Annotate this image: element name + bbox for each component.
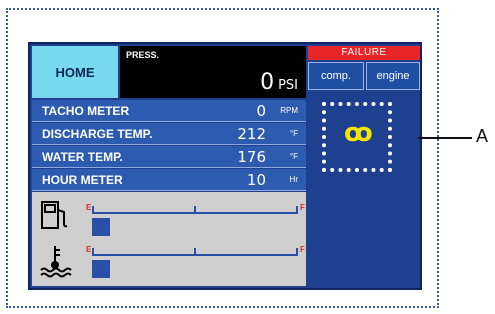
reading-label: DISCHARGE TEMP. — [42, 127, 153, 141]
reading-row-water-temp: WATER TEMP. 176 °F — [32, 146, 306, 168]
reading-label: WATER TEMP. — [42, 150, 123, 164]
pressure-display: PRESS. 0 PSI — [120, 46, 306, 98]
callout-label: A — [476, 126, 489, 146]
reading-unit: RPM — [280, 106, 298, 115]
callout-line — [418, 137, 472, 139]
reading-unit: Hr — [289, 175, 298, 184]
gauge-tick — [296, 206, 298, 212]
coolant-level-bar — [92, 260, 110, 278]
tab-comp[interactable]: comp. — [308, 62, 364, 90]
gauge-tick — [194, 248, 196, 254]
readings-list: TACHO METER 0 RPM DISCHARGE TEMP. 212 °F… — [32, 100, 306, 192]
reading-unit: °F — [289, 129, 298, 138]
level-gauges: E F E F — [32, 192, 306, 286]
home-button[interactable]: HOME — [32, 46, 118, 98]
gauge-tick — [296, 248, 298, 254]
reading-unit: °F — [289, 152, 298, 161]
pressure-label: PRESS. — [126, 50, 160, 60]
reading-label: TACHO METER — [42, 104, 130, 118]
reading-row-hour-meter: HOUR METER 10 Hr — [32, 169, 306, 191]
fuel-pump-icon — [41, 201, 68, 229]
coolant-empty-label: E — [86, 245, 92, 254]
reading-value: 0 — [256, 102, 266, 120]
reading-row-discharge-temp: DISCHARGE TEMP. 212 °F — [32, 123, 306, 145]
gauge-tick — [92, 248, 94, 254]
fuel-level-bar — [92, 218, 110, 236]
fuel-gauge: E F — [86, 203, 305, 214]
coolant-temperature-icon — [40, 246, 72, 278]
reading-value: 176 — [237, 148, 266, 166]
coolant-gauge: E F — [86, 245, 305, 256]
reading-value: 212 — [237, 125, 266, 143]
failure-banner: FAILURE — [308, 46, 420, 60]
reading-row-tacho: TACHO METER 0 RPM — [32, 100, 306, 122]
pressure-unit: PSI — [278, 78, 298, 93]
pressure-value: 0 PSI — [260, 70, 298, 95]
tab-engine[interactable]: engine — [366, 62, 420, 90]
pressure-number: 0 — [260, 70, 275, 95]
gauge-tick — [92, 206, 94, 212]
glow-plug-icon: ꝏ — [344, 118, 373, 148]
reading-label: HOUR METER — [42, 173, 123, 187]
fuel-empty-label: E — [86, 203, 92, 212]
fuel-full-label: F — [300, 203, 305, 212]
reading-value: 10 — [246, 171, 266, 189]
gauge-tick — [194, 206, 196, 212]
coolant-full-label: F — [300, 245, 305, 254]
